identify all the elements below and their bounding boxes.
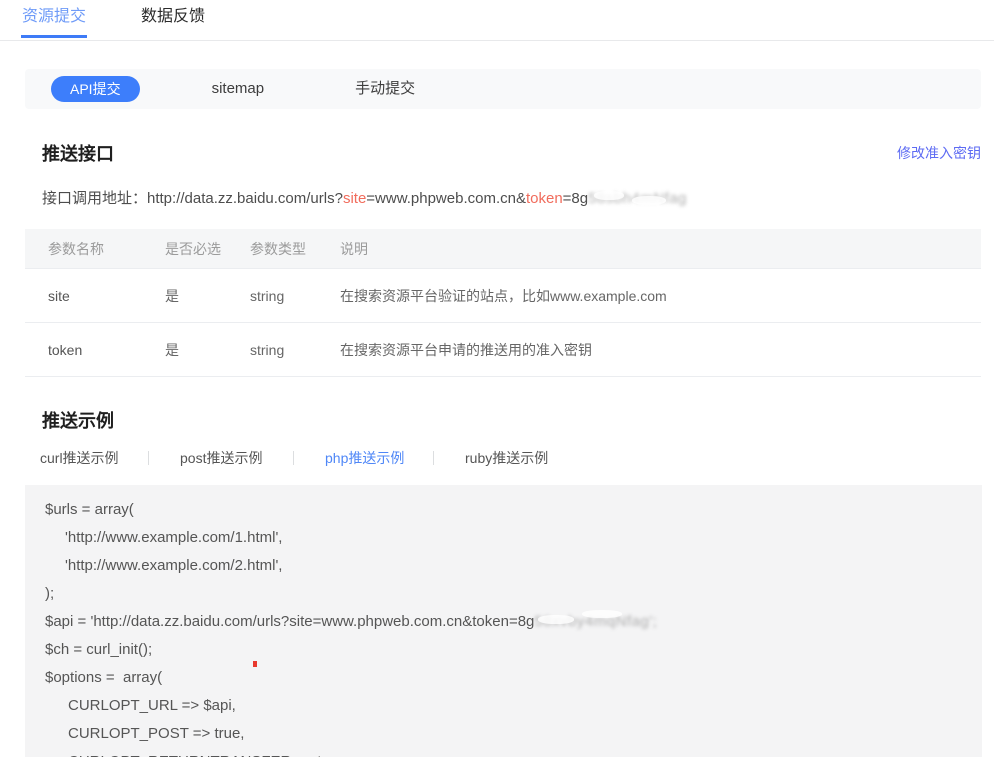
param-desc: 在搜索资源平台验证的站点，比如www.example.com (340, 286, 981, 306)
smear-overlay (582, 610, 622, 618)
param-type: string (250, 288, 340, 304)
modify-access-key-link[interactable]: 修改准入密钥 (897, 143, 981, 163)
push-api-section-head: 推送接口 修改准入密钥 (42, 140, 981, 166)
code-line: CURLOPT_POST => true, (45, 720, 962, 748)
code-line: ); (45, 580, 962, 608)
code-line: $urls = array( (45, 496, 962, 524)
param-required: 是 (165, 340, 250, 360)
param-required: 是 (165, 286, 250, 306)
submit-method-tabs: API提交 sitemap 手动提交 (25, 69, 981, 109)
push-api-title: 推送接口 (42, 140, 114, 166)
tab-post-example[interactable]: post推送示例 (180, 448, 293, 468)
smear-overlay (594, 191, 624, 200)
table-row: token 是 string 在搜索资源平台申请的推送用的准入密钥 (25, 323, 981, 377)
tab-api-submit[interactable]: API提交 (51, 76, 140, 102)
tab-resource-submit[interactable]: 资源提交 (22, 0, 86, 40)
col-header-type: 参数类型 (250, 239, 340, 259)
col-header-desc: 说明 (340, 239, 981, 259)
example-language-tabs: curl推送示例 post推送示例 php推送示例 ruby推送示例 (40, 448, 994, 468)
endpoint-token-masked: 58sbh4mNfag (588, 190, 687, 207)
tab-divider (148, 451, 149, 465)
smear-overlay (538, 615, 574, 624)
tab-php-example[interactable]: php推送示例 (325, 448, 433, 468)
params-table: 参数名称 是否必选 参数类型 说明 site 是 string 在搜索资源平台验… (25, 229, 981, 377)
tab-ruby-example[interactable]: ruby推送示例 (465, 448, 573, 468)
examples-section-head: 推送示例 (42, 407, 981, 433)
main-content: API提交 sitemap 手动提交 推送接口 修改准入密钥 接口调用地址：ht… (0, 69, 994, 757)
code-line-api: $api = 'http://data.zz.baidu.com/urls?si… (45, 608, 962, 636)
param-name: site (48, 288, 165, 304)
col-header-name: 参数名称 (48, 239, 165, 259)
tab-curl-example[interactable]: curl推送示例 (40, 448, 148, 468)
endpoint-url: 接口调用地址：http://data.zz.baidu.com/urls?sit… (42, 187, 994, 208)
col-header-required: 是否必选 (165, 239, 250, 259)
param-type: string (250, 342, 340, 358)
endpoint-token-eq: =8g (563, 190, 588, 207)
php-example-code: $urls = array( 'http://www.example.com/1… (25, 485, 982, 757)
code-line: CURLOPT_URL => $api, (45, 692, 962, 720)
endpoint-prefix: 接口调用地址：http://data.zz.baidu.com/urls? (42, 190, 343, 207)
endpoint-token-param: token (526, 190, 563, 207)
top-tab-bar: 资源提交 数据反馈 (0, 0, 994, 41)
code-line: $options = array( (45, 664, 962, 692)
tab-divider (433, 451, 434, 465)
endpoint-site-value: =www.phpweb.com.cn& (366, 190, 526, 207)
tab-sitemap[interactable]: sitemap (193, 76, 284, 102)
code-line: $ch = curl_init(); (45, 636, 962, 664)
code-line: CURLOPT_RETURNTRANSFER => true, (45, 748, 962, 757)
code-line: 'http://www.example.com/2.html', (45, 552, 962, 580)
table-row: site 是 string 在搜索资源平台验证的站点，比如www.example… (25, 269, 981, 323)
endpoint-site-param: site (343, 190, 366, 207)
param-name: token (48, 342, 165, 358)
smear-overlay (632, 196, 666, 205)
tab-manual-submit[interactable]: 手动提交 (336, 76, 434, 102)
tab-data-feedback[interactable]: 数据反馈 (141, 0, 205, 40)
code-line: 'http://www.example.com/1.html', (45, 524, 962, 552)
red-artifact-dot (253, 661, 257, 667)
param-desc: 在搜索资源平台申请的推送用的准入密钥 (340, 340, 981, 360)
code-token-masked: 58xvby4mqNfag (534, 608, 649, 636)
tab-divider (293, 451, 294, 465)
params-table-header: 参数名称 是否必选 参数类型 说明 (25, 229, 981, 269)
examples-title: 推送示例 (42, 407, 114, 433)
